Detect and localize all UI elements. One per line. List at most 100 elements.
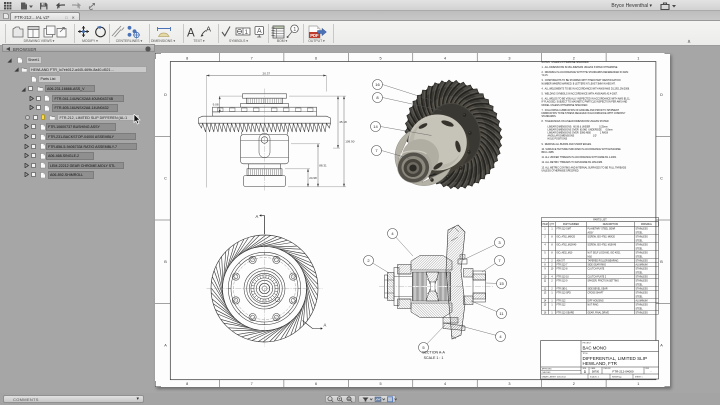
svg-text:58700: 58700 — [591, 369, 599, 373]
svg-text:FTR-212-04000: FTR-212-04000 — [612, 369, 634, 373]
svg-text:109.90: 109.90 — [345, 139, 355, 143]
svg-text:20.37: 20.37 — [262, 71, 270, 75]
svg-text:3. COMPONENTS TO BE STAMPED W: 3. COMPONENTS TO BE STAMPED WITH THEIR P… — [541, 79, 620, 82]
svg-text:STAINLESS: STAINLESS — [635, 235, 648, 238]
svg-text:1: 1 — [293, 27, 296, 33]
svg-text:NUT RING: NUT RING — [587, 304, 598, 306]
svg-text:14: 14 — [373, 123, 378, 128]
svg-text:16: 16 — [543, 312, 546, 314]
svg-text:1: 1 — [551, 292, 553, 294]
svg-text:B46.1-1985.: B46.1-1985. — [541, 152, 554, 154]
svg-text:B: B — [660, 260, 663, 264]
svg-text:STAINLESS: STAINLESS — [635, 243, 648, 246]
svg-text:FTR-212-GMT: FTR-212-GMT — [556, 228, 571, 230]
svg-text:7: 7 — [250, 56, 252, 60]
svg-text:8: 8 — [551, 244, 553, 246]
svg-text:STAINLESS: STAINLESS — [635, 311, 648, 314]
svg-text:LINEAR DIMENSIONS OVER 60.960: LINEAR DIMENSIONS OVER 60.960 UNDERSIZE … — [547, 128, 612, 131]
svg-text:STEEL: STEEL — [635, 284, 643, 286]
svg-text:15: 15 — [543, 304, 546, 306]
svg-text:8: 8 — [186, 56, 188, 60]
svg-text:STEEL: STEEL — [635, 308, 643, 310]
svg-text:45.18: 45.18 — [339, 120, 347, 124]
svg-text:3: 3 — [508, 381, 510, 385]
svg-text:14: 14 — [543, 300, 546, 302]
svg-text:ISO_4762_M10X40: ISO_4762_M10X40 — [556, 244, 577, 246]
svg-text:STEEL: STEEL — [635, 232, 643, 234]
svg-text:A: A — [187, 27, 195, 39]
svg-text:ANGULAR DIMENSIONS: ANGULAR DIMENSIONS 1/2° — [547, 134, 597, 137]
svg-text:B: B — [164, 260, 167, 264]
svg-text:PDF: PDF — [310, 33, 319, 38]
svg-text:5. WELDING SYMBOLS IN ACCORDA: 5. WELDING SYMBOLS IN ACCORDANCE WITH AN… — [541, 92, 618, 95]
svg-text:TAPERED ROLLER BEARING: TAPERED ROLLER BEARING — [587, 259, 618, 262]
svg-text:Y14.5.: Y14.5. — [541, 75, 548, 77]
svg-text:FTR-212-10: FTR-212-10 — [556, 276, 569, 278]
svg-text:1: 1 — [551, 300, 553, 302]
svg-text:A: A — [206, 24, 211, 33]
svg-text:4: 4 — [544, 244, 546, 246]
svg-text:A: A — [323, 322, 326, 327]
svg-text:1: 1 — [544, 228, 546, 230]
svg-text:24.98: 24.98 — [309, 175, 317, 179]
svg-text:A: A — [255, 214, 258, 219]
svg-text:DWG NO: DWG NO — [603, 368, 611, 370]
svg-text:10: 10 — [550, 268, 553, 270]
svg-text:8: 8 — [551, 236, 553, 238]
svg-text:11. ALL UNIFIED THREADS IN ACC: 11. ALL UNIFIED THREADS IN ACCORDANCE WI… — [541, 156, 616, 159]
svg-text:NUMBER WHERE MARKED. B LETTERS: NUMBER WHERE MARKED. B LETTERS AT LEAST … — [541, 82, 615, 85]
svg-text:3: 3 — [508, 56, 510, 60]
svg-text:PLANETARY STEEL GEAR: PLANETARY STEEL GEAR — [587, 227, 615, 230]
svg-text:SPACER, FRICTION SETTING: SPACER, FRICTION SETTING — [587, 279, 619, 282]
svg-text:APPROVED: APPROVED — [541, 367, 552, 370]
svg-text:FTR-212-7: FTR-212-7 — [556, 264, 568, 266]
svg-text:C: C — [164, 176, 167, 180]
svg-text:9. REMOVE ALL BURRS AND SHARP: 9. REMOVE ALL BURRS AND SHARP EDGES. — [541, 142, 592, 145]
svg-text:WEIGHT(g): WEIGHT(g) — [612, 376, 622, 378]
svg-text:10. SURFACE TEXTURE INDICATED: 10. SURFACE TEXTURE INDICATED IN ACCORDA… — [541, 147, 621, 150]
svg-text:8. TOLERANCES ON LINEAR DIMEN: 8. TOLERANCES ON LINEAR DIMENSIONS UNLES… — [541, 120, 609, 123]
svg-text:PROJECT: PROJECT — [582, 342, 592, 344]
svg-text:CROSS SHAFT: CROSS SHAFT — [587, 291, 604, 294]
svg-text:7. FOLLOWING LUBRICATION OF E: 7. FOLLOWING LUBRICATION OF ENSURE AND P… — [541, 108, 619, 111]
svg-text:2: 2 — [551, 280, 553, 282]
svg-text:BAC MONO: BAC MONO — [582, 345, 606, 350]
svg-text:DESCRIPTION: DESCRIPTION — [602, 224, 618, 226]
svg-text:LINEAR DIMENSIONS OVER 5090.4: LINEAR DIMENSIONS OVER 5090.4800 1 RADII — [547, 131, 608, 134]
svg-text:13: 13 — [543, 292, 546, 294]
svg-text:2: 2 — [551, 264, 553, 266]
svg-text:7: 7 — [250, 381, 252, 385]
svg-text:7: 7 — [544, 260, 546, 262]
svg-text:SIDE GEAR RING: SIDE GEAR RING — [587, 263, 606, 266]
svg-text:STAINLESS: STAINLESS — [635, 267, 648, 270]
svg-text:FTR-212-SPD: FTR-212-SPD — [556, 292, 571, 294]
svg-text:2. DRAWING IN ACCORDANCE WITH: 2. DRAWING IN ACCORDANCE WITH THE STANDA… — [541, 71, 628, 74]
svg-text:GEAR, FINAL DRIVE: GEAR, FINAL DRIVE — [587, 311, 609, 314]
svg-text:13. ALL METRIC COATING AND INT: 13. ALL METRIC COATING AND INTERNAL SURF… — [541, 166, 626, 169]
svg-text:2: 2 — [572, 56, 574, 60]
svg-text:12: 12 — [543, 288, 546, 290]
svg-text:6: 6 — [315, 56, 317, 60]
svg-text:SCALE 1 : 1: SCALE 1 : 1 — [423, 356, 443, 360]
svg-text:2: 2 — [551, 260, 553, 262]
svg-text:1: 1 — [551, 312, 553, 314]
svg-text:A06-377: A06-377 — [556, 259, 565, 262]
svg-text:PARTS LIST: PARTS LIST — [593, 218, 607, 221]
svg-text:MATERIAL: MATERIAL — [640, 223, 652, 226]
svg-text:A: A — [660, 343, 663, 347]
svg-text:CLUTCH PLATE 2: CLUTCH PLATE 2 — [587, 275, 606, 278]
svg-text:FTR-285-1: FTR-285-1 — [556, 288, 568, 290]
svg-text:LINEAR DIMENSIONS: 60.96 & UN: LINEAR DIMENSIONS: 60.96 & UNDER 0.25mm — [547, 125, 607, 128]
svg-text:12. ALL METRIC THREADS TO ANSI: 12. ALL METRIC THREADS TO ANSI/ASME B1.1… — [541, 161, 603, 164]
svg-text:STAINLESS: STAINLESS — [635, 251, 648, 254]
svg-text:QTY: QTY — [549, 224, 554, 226]
svg-text:STAINLESS: STAINLESS — [635, 279, 648, 282]
svg-text:SHEET 1: SHEET 1 — [635, 376, 642, 378]
svg-text:4. ALL WELDMENTS TO BE IN ACC: 4. ALL WELDMENTS TO BE IN ACCORDANCE WIT… — [541, 87, 630, 90]
svg-text:ALUMINUM: ALUMINUM — [635, 299, 647, 302]
svg-text:STAINLESS: STAINLESS — [635, 291, 648, 294]
svg-text:SCALE 1:2: SCALE 1:2 — [590, 375, 599, 378]
svg-text:SCREW, ISO 4762, M10X40: SCREW, ISO 4762, M10X40 — [587, 244, 616, 246]
svg-text:STAINLESS: STAINLESS — [635, 259, 648, 262]
svg-text:DRAWN +BERRY 10/31/2014: DRAWN +BERRY 10/31/2014 — [541, 375, 565, 378]
